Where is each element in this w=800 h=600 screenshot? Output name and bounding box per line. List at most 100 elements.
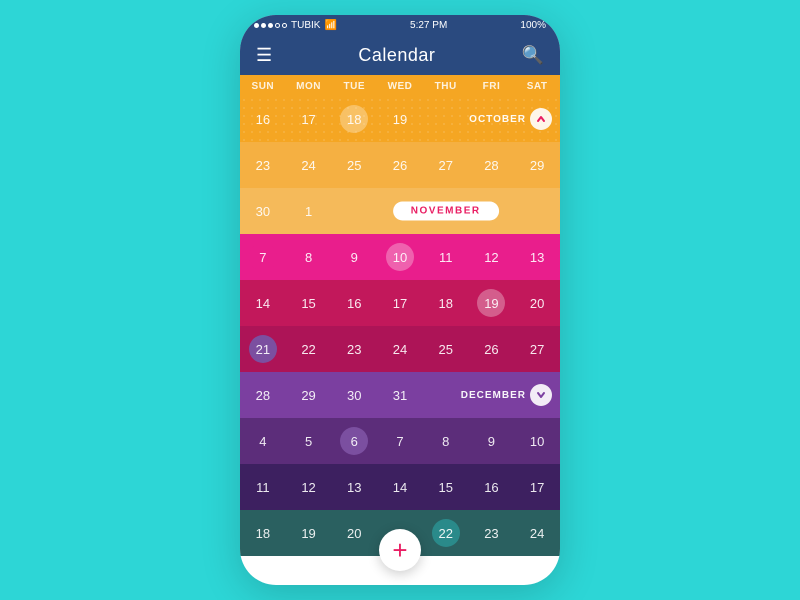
date-cell[interactable]: 9 [469,418,515,464]
date-cell[interactable]: 12 [469,234,515,280]
date-cell[interactable]: 24 [286,142,332,188]
date-cell[interactable]: 16 [240,96,286,142]
date-cell: NOVEMBER [331,188,560,234]
dot1 [254,23,259,28]
date-cell[interactable]: 1 [286,188,332,234]
day-wed: WED [377,81,423,92]
menu-button[interactable]: ☰ [256,45,272,66]
week-row: 30 1 NOVEMBER [240,188,560,234]
date-cell[interactable]: 18 [240,510,286,556]
date-cell-highlighted[interactable]: 6 [331,418,377,464]
date-cell[interactable]: 20 [514,280,560,326]
date-cell-highlighted[interactable]: 21 [240,326,286,372]
date-cell[interactable]: 26 [469,326,515,372]
november-label: NOVEMBER [393,202,499,221]
week-row: 28 29 30 31 DECEMBER [240,372,560,418]
date-cell-highlighted[interactable]: 7 [240,234,286,280]
week-row: 7 8 9 10 11 12 13 [240,234,560,280]
date-cell[interactable]: 14 [377,464,423,510]
december-label-text: DECEMBER [461,390,526,401]
date-cell[interactable]: 24 [514,510,560,556]
date-cell[interactable]: 24 [377,326,423,372]
signal-dots [254,23,287,28]
day-sun: SUN [240,81,286,92]
date-cell[interactable]: 27 [514,326,560,372]
date-cell[interactable]: 7 [377,418,423,464]
wifi-icon: 📶 [324,20,336,31]
carrier: TUBIK [291,20,320,31]
date-cell[interactable]: 25 [331,142,377,188]
calendar-container: SUN MON TUE WED THU FRI SAT 16 17 18 19 … [240,75,560,585]
date-cell[interactable]: 11 [240,464,286,510]
date-cell[interactable]: 30 [331,372,377,418]
phone-frame: TUBIK 📶 5:27 PM 100% ☰ Calendar 🔍 SUN MO… [240,15,560,585]
date-cell[interactable]: 16 [469,464,515,510]
day-thu: THU [423,81,469,92]
date-cell[interactable]: 27 [423,142,469,188]
date-cell: OCTOBER [423,96,560,142]
day-sat: SAT [514,81,560,92]
date-cell[interactable]: 19 [377,96,423,142]
date-cell-selected[interactable]: 10 [377,234,423,280]
date-cell[interactable]: 23 [469,510,515,556]
date-cell[interactable]: 28 [469,142,515,188]
date-cell[interactable]: 9 [331,234,377,280]
date-cell-selected[interactable]: 18 [331,96,377,142]
date-cell[interactable]: 14 [240,280,286,326]
date-cell[interactable]: 5 [286,418,332,464]
date-cell[interactable]: 8 [423,418,469,464]
date-cell[interactable]: 28 [240,372,286,418]
week-row: 14 15 16 17 18 19 20 [240,280,560,326]
date-cell-highlighted[interactable]: 22 [423,510,469,556]
date-cell[interactable]: 12 [286,464,332,510]
date-cell[interactable]: 17 [377,280,423,326]
add-event-button[interactable]: + [379,529,421,571]
day-tue: TUE [331,81,377,92]
date-cell[interactable]: 16 [331,280,377,326]
date-cell[interactable]: 31 [377,372,423,418]
week-row: 11 12 13 14 15 16 17 [240,464,560,510]
week-row: 21 22 23 24 25 26 27 [240,326,560,372]
day-fri: FRI [469,81,515,92]
search-button[interactable]: 🔍 [522,45,544,66]
december-down-button[interactable] [530,384,552,406]
date-cell[interactable]: 13 [514,234,560,280]
october-up-button[interactable] [530,108,552,130]
status-bar: TUBIK 📶 5:27 PM 100% [240,15,560,35]
dot3 [268,23,273,28]
date-cell[interactable]: 17 [514,464,560,510]
date-cell[interactable]: 25 [423,326,469,372]
date-cell[interactable]: 10 [514,418,560,464]
date-cell[interactable]: 18 [423,280,469,326]
header-title: Calendar [358,45,435,66]
date-cell[interactable]: 8 [286,234,332,280]
date-cell[interactable]: 23 [240,142,286,188]
week-row: 23 24 25 26 27 28 29 [240,142,560,188]
app-header: ☰ Calendar 🔍 [240,35,560,75]
day-headers: SUN MON TUE WED THU FRI SAT [240,75,560,96]
week-row: 16 17 18 19 OCTOBER [240,96,560,142]
date-cell[interactable]: 29 [286,372,332,418]
date-cell[interactable]: 20 [331,510,377,556]
date-cell[interactable]: 30 [240,188,286,234]
date-cell[interactable]: 17 [286,96,332,142]
date-cell[interactable]: 19 [286,510,332,556]
date-cell[interactable]: 26 [377,142,423,188]
date-cell-selected[interactable]: 19 [469,280,515,326]
date-cell[interactable]: 13 [331,464,377,510]
week-row: 4 5 6 7 8 9 10 [240,418,560,464]
dot5 [282,23,287,28]
date-cell[interactable]: 15 [423,464,469,510]
battery: 100% [520,20,546,31]
date-cell[interactable]: 11 [423,234,469,280]
date-cell: DECEMBER [423,372,560,418]
date-cell[interactable]: 29 [514,142,560,188]
december-label: DECEMBER [461,384,552,406]
date-cell[interactable]: 4 [240,418,286,464]
october-label: OCTOBER [469,108,552,130]
dot4 [275,23,280,28]
date-cell[interactable]: 23 [331,326,377,372]
date-cell[interactable]: 15 [286,280,332,326]
date-cell[interactable]: 22 [286,326,332,372]
day-mon: MON [286,81,332,92]
